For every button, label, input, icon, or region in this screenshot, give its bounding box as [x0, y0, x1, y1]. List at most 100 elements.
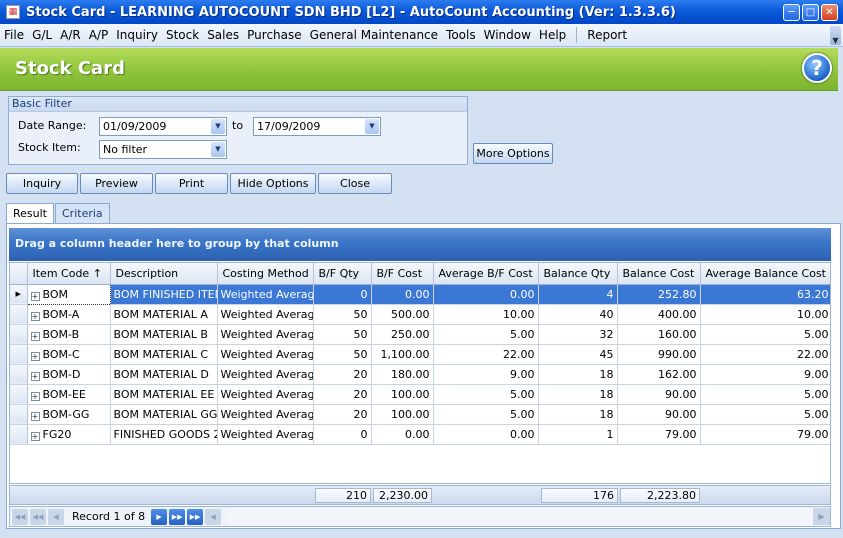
cell-balance-qty[interactable]: 45: [538, 344, 618, 365]
cell-costing-method[interactable]: Weighted Average: [217, 304, 314, 325]
expand-plus-icon[interactable]: +: [30, 391, 40, 401]
table-row[interactable]: + FG20 FINISHED GOODS 20 Weighted Average 0 0…: [10, 424, 830, 445]
close-window-button[interactable]: ✕: [821, 3, 838, 21]
cell-balance-qty[interactable]: 18: [538, 404, 618, 425]
row-indicator[interactable]: [10, 324, 28, 345]
next-record-icon[interactable]: ▶: [151, 508, 168, 525]
stock-item-combo[interactable]: No filter ▼: [99, 140, 227, 159]
cell-average-balance-cost[interactable]: 10.00: [700, 304, 830, 325]
previous-record-icon[interactable]: ◀: [48, 508, 64, 525]
cell-average-bf-cost[interactable]: 10.00: [433, 304, 539, 325]
close-button[interactable]: Close: [318, 173, 392, 194]
cell-balance-cost[interactable]: 90.00: [617, 384, 701, 405]
hide-options-button[interactable]: Hide Options: [230, 173, 316, 194]
chevron-down-icon[interactable]: ▼: [211, 142, 225, 157]
cell-bf-qty[interactable]: 20: [313, 384, 372, 405]
menu-sales[interactable]: Sales: [203, 28, 243, 42]
cell-balance-cost[interactable]: 90.00: [617, 404, 701, 425]
column-header-average-bf-cost[interactable]: Average B/F Cost: [433, 263, 539, 285]
cell-description[interactable]: FINISHED GOODS 20: [110, 424, 218, 445]
cell-description[interactable]: BOM MATERIAL GG: [110, 404, 218, 425]
menu-ap[interactable]: A/P: [85, 28, 113, 42]
cell-costing-method[interactable]: Weighted Average: [217, 384, 314, 405]
cell-balance-cost[interactable]: 400.00: [617, 304, 701, 325]
cell-balance-qty[interactable]: 40: [538, 304, 618, 325]
cell-description[interactable]: BOM MATERIAL B: [110, 324, 218, 345]
table-row[interactable]: ▶ + BOM BOM FINISHED ITEM Weighted Average 0 0…: [10, 283, 830, 305]
row-indicator[interactable]: [10, 404, 28, 425]
cell-item-code[interactable]: + FG20: [27, 424, 111, 445]
cell-item-code[interactable]: + BOM-A: [27, 304, 111, 325]
cell-item-code[interactable]: + BOM-D: [27, 364, 111, 385]
cell-average-balance-cost[interactable]: 22.00: [700, 344, 830, 365]
menu-general-maintenance[interactable]: General Maintenance: [306, 28, 442, 42]
table-row[interactable]: + BOM-GG BOM MATERIAL GG Weighted Average 20…: [10, 404, 830, 425]
cell-balance-cost[interactable]: 79.00: [617, 424, 701, 445]
cell-description[interactable]: BOM MATERIAL A: [110, 304, 218, 325]
group-by-area[interactable]: Drag a column header here to group by th…: [9, 228, 831, 261]
date-to-combo[interactable]: 17/09/2009 ▼: [253, 117, 381, 136]
expand-plus-icon[interactable]: +: [30, 371, 40, 381]
column-header-costing-method[interactable]: Costing Method: [217, 263, 314, 285]
cell-bf-qty[interactable]: 0: [313, 424, 372, 445]
expand-plus-icon[interactable]: +: [30, 411, 40, 421]
cell-balance-qty[interactable]: 4: [538, 284, 618, 305]
cell-description[interactable]: BOM MATERIAL C: [110, 344, 218, 365]
menu-inquiry[interactable]: Inquiry: [112, 28, 162, 42]
column-header-balance-cost[interactable]: Balance Cost: [617, 263, 701, 285]
cell-balance-cost[interactable]: 990.00: [617, 344, 701, 365]
cell-bf-qty[interactable]: 0: [313, 284, 372, 305]
expand-plus-icon[interactable]: +: [30, 331, 40, 341]
first-record-icon[interactable]: ◀◀: [12, 508, 28, 525]
cell-item-code[interactable]: + BOM-EE: [27, 384, 111, 405]
previous-page-icon[interactable]: ◀◀: [30, 508, 46, 525]
row-indicator[interactable]: [10, 384, 28, 405]
table-row[interactable]: + BOM-B BOM MATERIAL B Weighted Average 50 25…: [10, 324, 830, 345]
cell-bf-cost[interactable]: 100.00: [371, 404, 434, 425]
cell-bf-cost[interactable]: 500.00: [371, 304, 434, 325]
current-row-indicator-icon[interactable]: ▶: [10, 284, 28, 305]
row-indicator[interactable]: [10, 364, 28, 385]
expand-plus-icon[interactable]: +: [30, 351, 40, 361]
cell-item-code[interactable]: + BOM: [26, 283, 111, 305]
maximize-button[interactable]: □: [802, 3, 819, 21]
cell-item-code[interactable]: + BOM-GG: [27, 404, 111, 425]
last-record-icon[interactable]: ▶▶: [187, 508, 204, 525]
minimize-button[interactable]: ─: [783, 3, 800, 21]
cell-bf-qty[interactable]: 20: [313, 404, 372, 425]
tab-result[interactable]: Result: [6, 203, 54, 225]
expand-plus-icon[interactable]: +: [30, 311, 40, 321]
cell-average-bf-cost[interactable]: 5.00: [433, 404, 539, 425]
cell-bf-cost[interactable]: 180.00: [371, 364, 434, 385]
menu-file[interactable]: File: [0, 28, 28, 42]
cell-description[interactable]: BOM MATERIAL EE: [110, 384, 218, 405]
cell-item-code[interactable]: + BOM-B: [27, 324, 111, 345]
column-header-description[interactable]: Description: [110, 263, 218, 285]
cell-bf-cost[interactable]: 250.00: [371, 324, 434, 345]
menu-overflow-chevron-icon[interactable]: ▼: [830, 26, 841, 45]
cell-balance-cost[interactable]: 162.00: [617, 364, 701, 385]
cell-item-code[interactable]: + BOM-C: [27, 344, 111, 365]
expand-plus-icon[interactable]: +: [30, 291, 40, 301]
column-header-bf-qty[interactable]: B/F Qty: [313, 263, 372, 285]
chevron-down-icon[interactable]: ▼: [211, 119, 225, 134]
cell-average-balance-cost[interactable]: 63.20: [700, 284, 830, 305]
cell-average-balance-cost[interactable]: 5.00: [700, 324, 830, 345]
cell-average-balance-cost[interactable]: 5.00: [700, 404, 830, 425]
table-row[interactable]: + BOM-A BOM MATERIAL A Weighted Average 50 50…: [10, 304, 830, 325]
row-indicator[interactable]: [10, 344, 28, 365]
cell-average-balance-cost[interactable]: 79.00: [700, 424, 830, 445]
cell-average-bf-cost[interactable]: 0.00: [433, 284, 539, 305]
cell-average-bf-cost[interactable]: 0.00: [433, 424, 539, 445]
cell-bf-qty[interactable]: 20: [313, 364, 372, 385]
cell-balance-qty[interactable]: 18: [538, 364, 618, 385]
tab-criteria[interactable]: Criteria: [55, 203, 110, 224]
cell-balance-qty[interactable]: 1: [538, 424, 618, 445]
cell-bf-qty[interactable]: 50: [313, 324, 372, 345]
more-options-button[interactable]: More Options: [473, 143, 553, 164]
cell-bf-qty[interactable]: 50: [313, 344, 372, 365]
cell-average-balance-cost[interactable]: 5.00: [700, 384, 830, 405]
menu-help[interactable]: Help: [535, 28, 570, 42]
cell-description[interactable]: BOM MATERIAL D: [110, 364, 218, 385]
date-from-combo[interactable]: 01/09/2009 ▼: [99, 117, 227, 136]
